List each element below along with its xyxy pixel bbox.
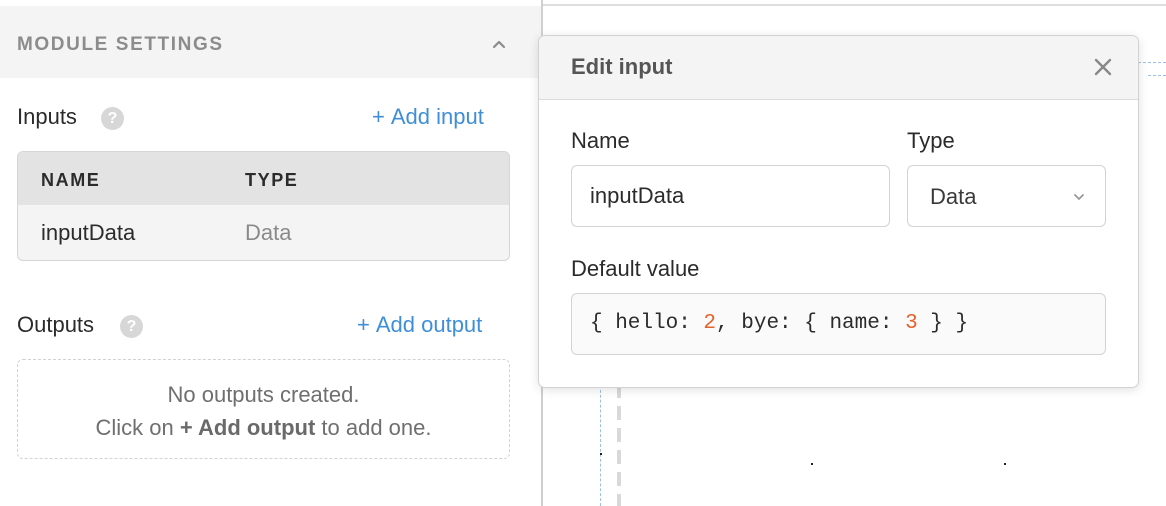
chevron-down-icon <box>1074 194 1084 200</box>
modal-title: Edit input <box>571 54 673 79</box>
name-field-label: Name <box>571 128 630 153</box>
add-output-label: Add output <box>375 312 483 337</box>
column-header-type: TYPE <box>245 170 299 190</box>
module-settings-title: MODULE SETTINGS <box>17 34 224 55</box>
default-value-editor[interactable]: { hello: 2, bye: { name: 3 } } <box>571 293 1106 355</box>
canvas-dot <box>1004 463 1006 465</box>
empty-state-line1: No outputs created. <box>167 382 360 407</box>
inputs-table-header: NAME TYPE <box>18 152 509 205</box>
canvas-dashed-edge <box>617 384 621 506</box>
inputs-label: Inputs <box>17 104 77 129</box>
code-token: { hello: <box>590 312 704 335</box>
row-type-cell: Data <box>245 220 292 245</box>
chevron-up-icon[interactable] <box>488 34 510 56</box>
code-number-token: 2 <box>703 312 717 335</box>
empty-state-text-after: to add one. <box>321 415 432 440</box>
plus-icon: + <box>357 312 370 337</box>
empty-state-line2: Click on + Add output to add one. <box>18 411 509 444</box>
inputs-help-icon[interactable]: ? <box>101 107 124 130</box>
row-name-cell: inputData <box>41 220 136 245</box>
empty-state-text-before: Click on <box>95 415 174 440</box>
canvas-guide-horizontal <box>1138 62 1166 63</box>
code-token: } } <box>917 312 969 335</box>
default-value-label: Default value <box>571 256 700 281</box>
empty-state-add-output-hint: + Add output <box>179 415 316 440</box>
type-field-label: Type <box>907 128 955 153</box>
add-output-button[interactable]: + Add output <box>357 312 482 338</box>
outputs-empty-state: No outputs created. Click on + Add outpu… <box>17 359 510 459</box>
canvas-dot <box>600 453 602 455</box>
outputs-label: Outputs <box>17 312 95 337</box>
column-header-name: NAME <box>41 170 101 190</box>
code-token: , bye: { name: <box>716 312 906 335</box>
module-settings-header[interactable]: MODULE SETTINGS <box>0 6 541 78</box>
code-number-token: 3 <box>905 312 918 335</box>
add-input-label: Add input <box>390 104 484 129</box>
type-select[interactable]: Data <box>907 165 1106 227</box>
canvas-dot <box>811 463 813 465</box>
canvas-guide-horizontal-2 <box>1148 75 1166 76</box>
canvas-guide-vertical <box>600 380 601 506</box>
module-settings-panel: MODULE SETTINGS Inputs ? + Add input NAME… <box>0 0 543 506</box>
modal-header: Edit input <box>539 36 1138 100</box>
inputs-table: NAME TYPE inputData Data <box>17 151 510 261</box>
name-input[interactable] <box>571 165 890 227</box>
outputs-help-icon[interactable]: ? <box>120 315 143 338</box>
plus-icon: + <box>372 104 385 129</box>
edit-input-modal: Edit input Name Type Data Default value … <box>538 35 1139 388</box>
add-input-button[interactable]: + Add input <box>372 104 484 130</box>
type-select-value: Data <box>930 184 977 209</box>
default-value-code: { hello: 2, bye: { name: 3 } } <box>590 312 968 335</box>
close-icon[interactable] <box>1091 55 1115 79</box>
